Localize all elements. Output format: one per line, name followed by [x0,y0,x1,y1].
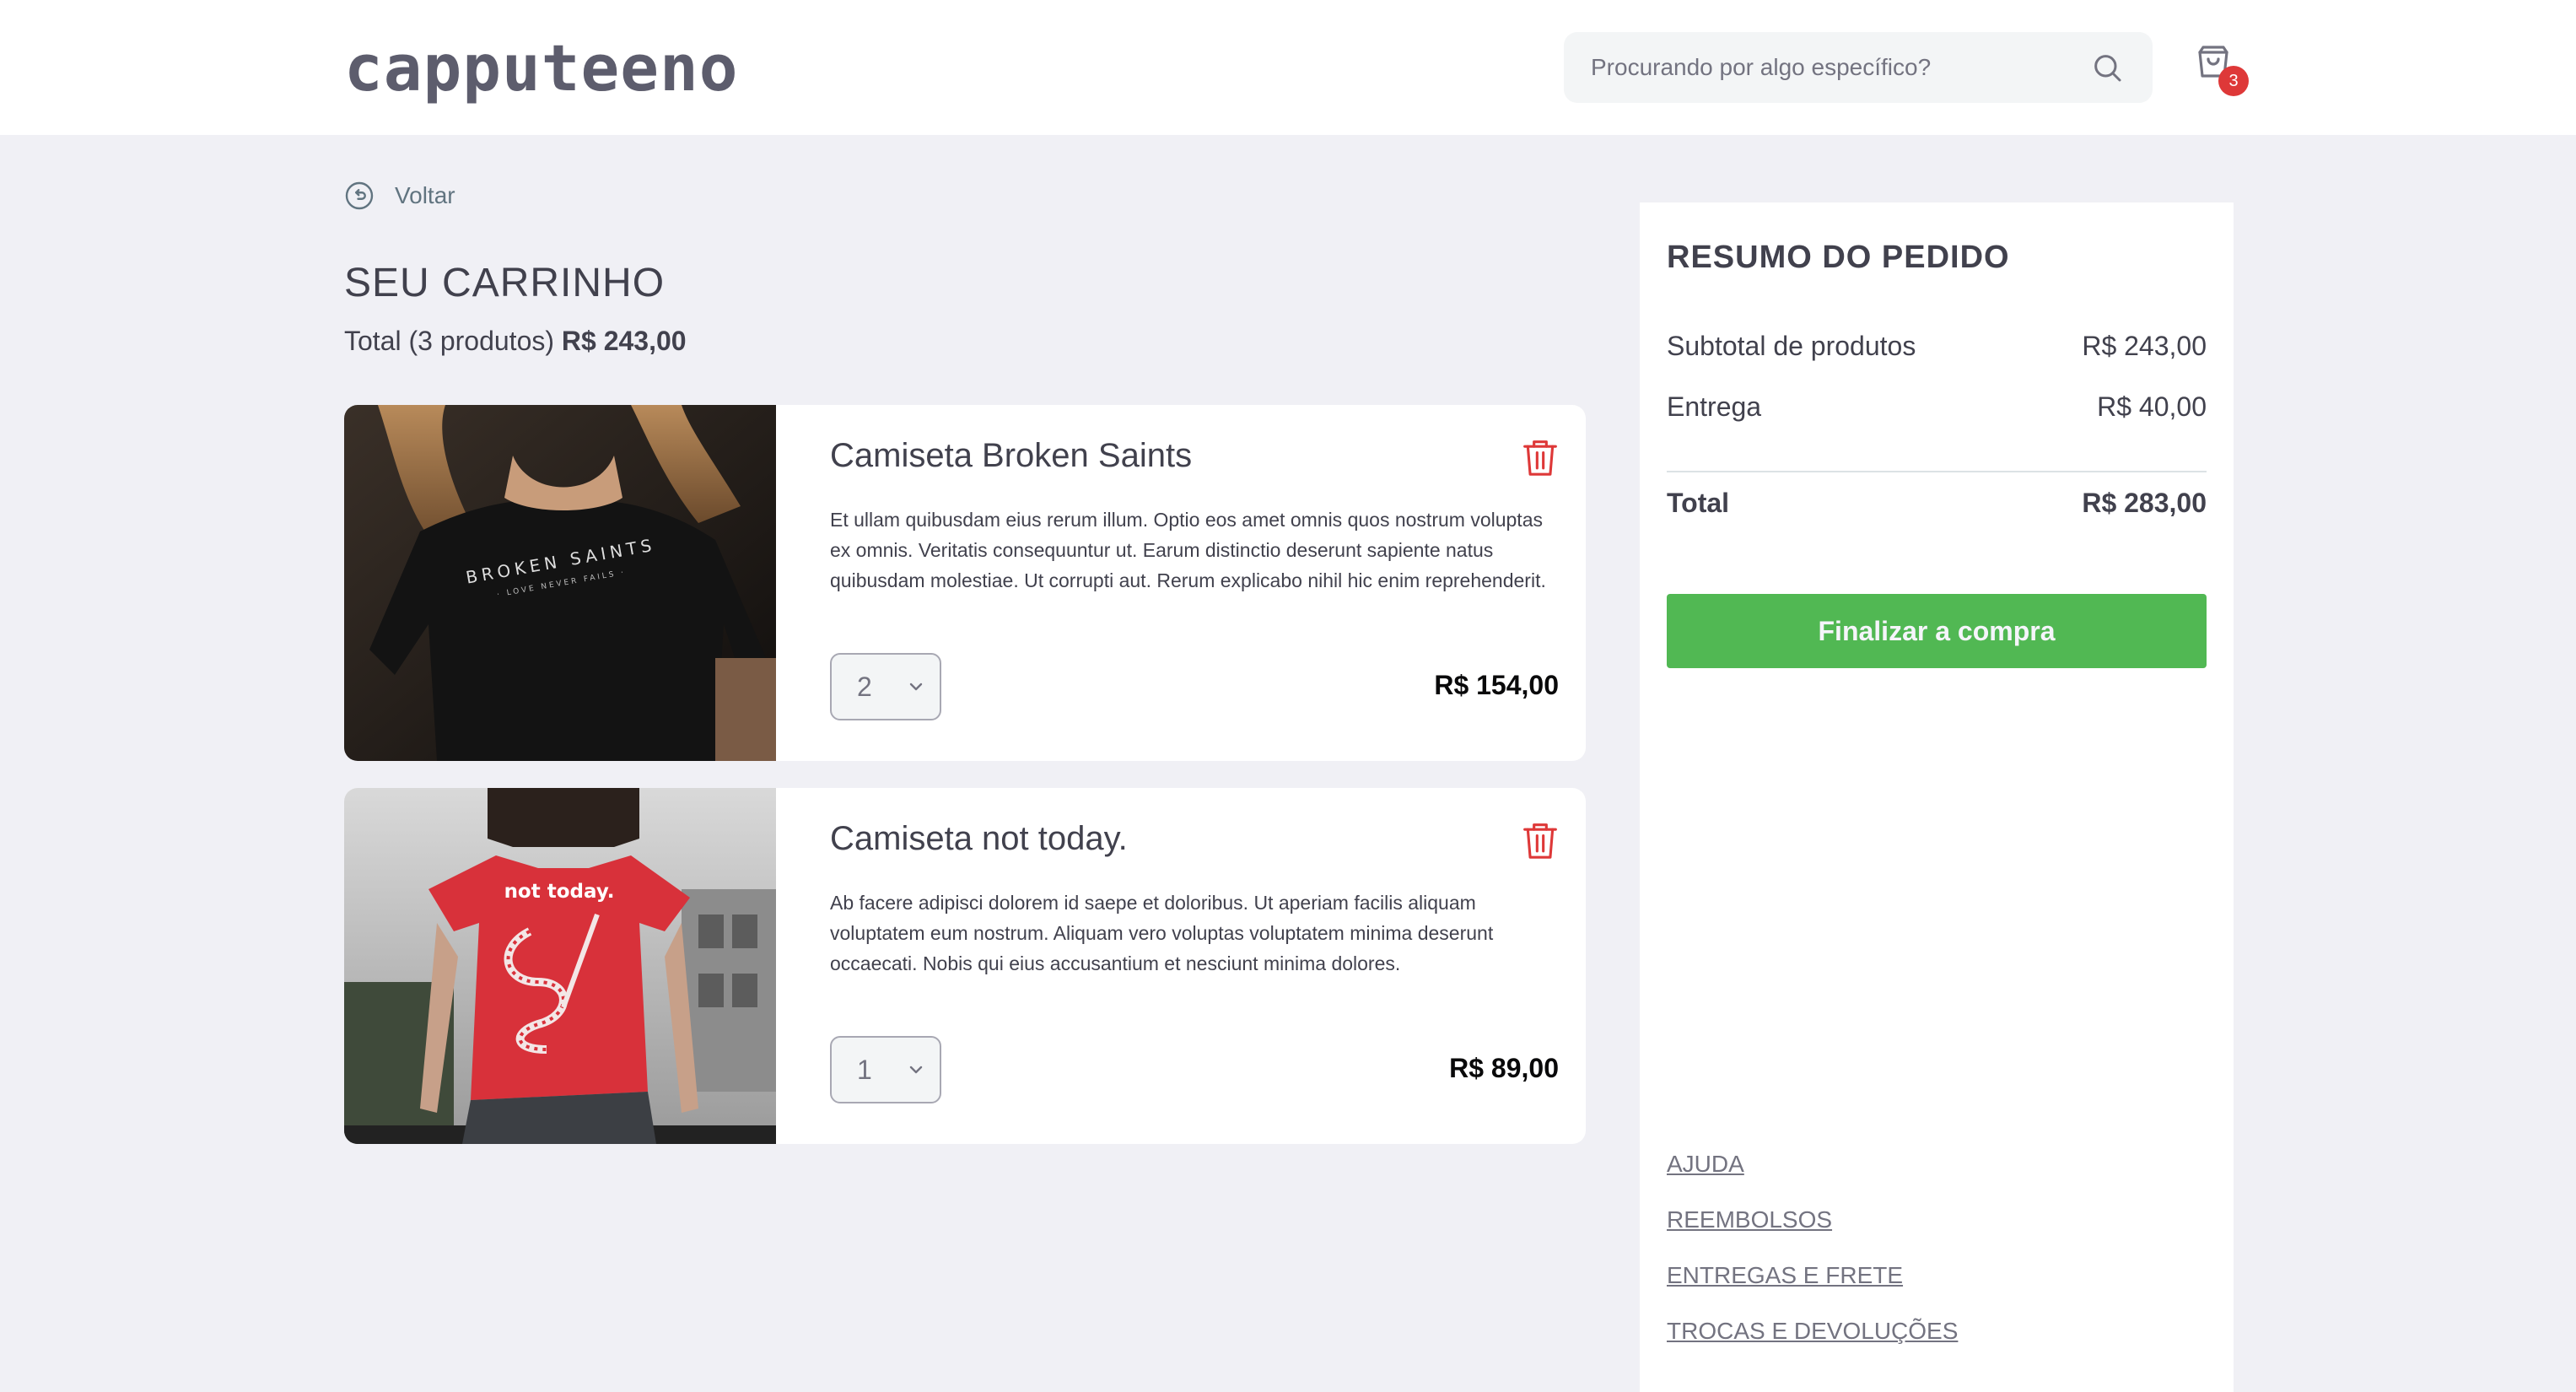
delete-item-button[interactable] [1522,820,1559,861]
quantity-select[interactable]: 1 [830,1036,941,1103]
cart-total-line: Total (3 produtos) R$ 243,00 [344,326,687,357]
product-price: R$ 154,00 [1434,670,1559,700]
summary-title: RESUMO DO PEDIDO [1667,240,2010,275]
back-arrow-icon [345,181,374,210]
quantity-value: 1 [857,1054,872,1085]
cart-count-badge: 3 [2218,66,2249,96]
search-input[interactable] [1591,54,2088,81]
total-row: Total R$ 283,00 [1667,488,2207,519]
trash-icon [1523,823,1557,859]
link-help[interactable]: AJUDA [1667,1149,1958,1179]
product-name: Camiseta not today. [830,820,1128,857]
link-refunds[interactable]: REEMBOLSOS [1667,1205,1958,1235]
product-image: not today. [344,788,776,1144]
cart-item: not today. Camiseta not today. Ab facere… [344,788,1586,1144]
shipping-row: Entrega R$ 40,00 [1667,391,2207,423]
product-description: Ab facere adipisci dolorem id saepe et d… [830,892,1494,974]
quantity-value: 2 [857,671,872,702]
total-label: Total [1667,488,1730,518]
search-bar[interactable] [1564,32,2153,103]
product-price: R$ 89,00 [1449,1053,1559,1083]
order-summary: RESUMO DO PEDIDO Subtotal de produtos R$… [1640,202,2234,1392]
trash-icon [1523,440,1557,476]
link-shipping[interactable]: ENTREGAS E FRETE [1667,1260,1958,1291]
back-label: Voltar [395,182,455,208]
shipping-label: Entrega [1667,391,1762,422]
cart-item-body: Camiseta not today. Ab facere adipisci d… [830,788,1559,1144]
summary-divider [1667,471,2207,472]
subtotal-row: Subtotal de produtos R$ 243,00 [1667,331,2207,362]
subtotal-value: R$ 243,00 [2082,331,2207,361]
product-image: BROKEN SAINTS · LOVE NEVER FAILS · [344,405,776,761]
total-value: R$ 283,00 [2082,488,2207,518]
chevron-down-icon [909,1066,923,1074]
subtotal-label: Subtotal de produtos [1667,331,1916,361]
quantity-select[interactable]: 2 [830,653,941,720]
logo[interactable]: capputeeno [344,30,739,106]
product-description: Et ullam quibusdam eius rerum illum. Opt… [830,509,1546,591]
cart-item-body: Camiseta Broken Saints Et ullam quibusda… [830,405,1559,761]
checkout-button[interactable]: Finalizar a compra [1667,594,2207,668]
header: capputeeno 3 [0,0,2576,135]
link-returns[interactable]: TROCAS E DEVOLUÇÕES [1667,1316,1958,1346]
shipping-value: R$ 40,00 [2097,391,2207,422]
chevron-down-icon [909,683,923,691]
page-title: SEU CARRINHO [344,261,666,305]
back-button[interactable]: Voltar [344,181,455,211]
cart-total-value: R$ 243,00 [561,326,687,356]
search-icon[interactable] [2088,49,2126,86]
cart-button[interactable]: 3 [2193,42,2249,96]
cart-item: BROKEN SAINTS · LOVE NEVER FAILS · Camis… [344,405,1586,761]
cart-total-prefix: Total (3 produtos) [344,326,555,356]
product-name: Camiseta Broken Saints [830,437,1193,474]
help-links: AJUDA REEMBOLSOS ENTREGAS E FRETE TROCAS… [1667,1149,1958,1372]
product-image-text: not today. [504,881,615,903]
delete-item-button[interactable] [1522,437,1559,477]
